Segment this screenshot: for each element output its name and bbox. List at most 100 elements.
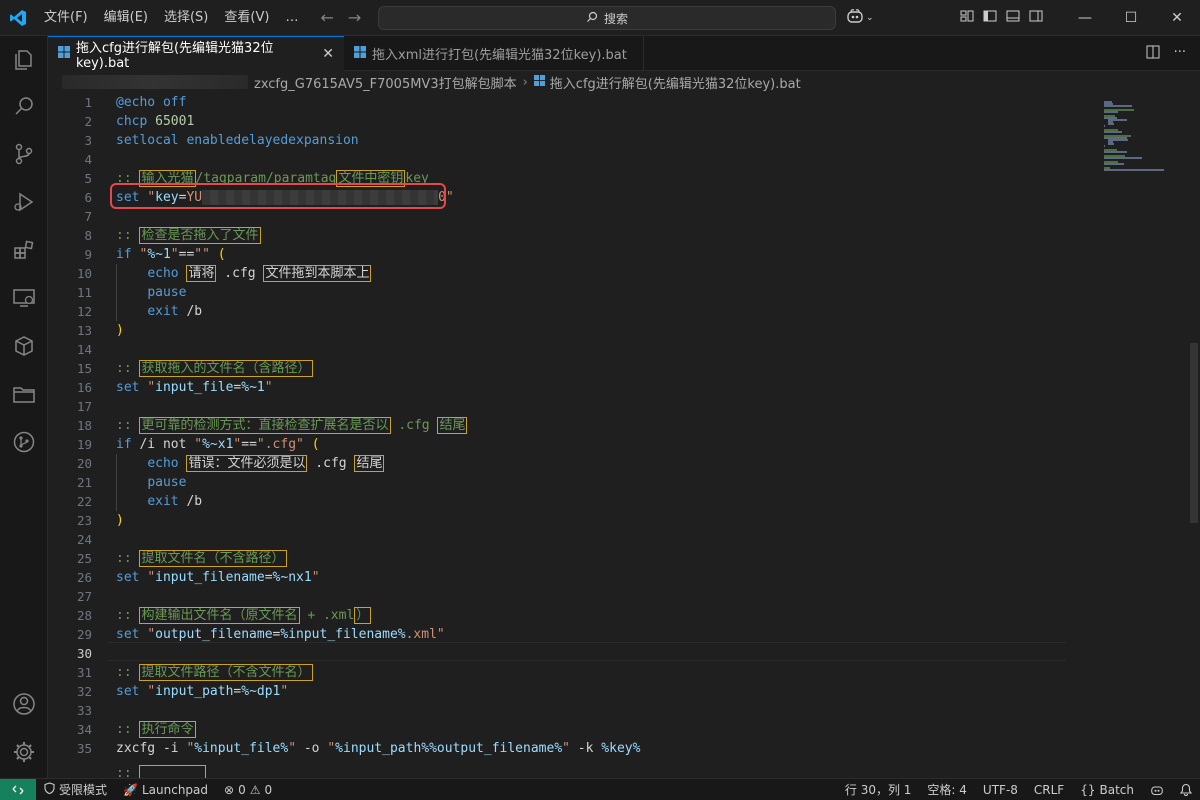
copilot-status-icon[interactable] (1142, 779, 1172, 800)
menu-file[interactable]: 文件(F) (36, 0, 96, 36)
customize-layout-icon[interactable] (960, 9, 974, 27)
split-editor-icon[interactable] (1146, 45, 1160, 63)
tab-label: 拖入cfg进行解包(先编辑光猫32位key).bat (76, 41, 274, 71)
line-number: 15 (76, 361, 92, 376)
code-line-19: if /i not "%~x1"==".cfg" ( (116, 437, 320, 452)
minimap-line (1104, 145, 1105, 147)
line-number: 1 (84, 95, 92, 110)
windows-bat-file-icon (354, 45, 366, 62)
line-number: 35 (76, 741, 92, 756)
restricted-mode[interactable]: 受限模式 (36, 779, 115, 800)
line-number: 17 (76, 399, 92, 414)
minimap-line (1104, 163, 1124, 165)
line-number: 12 (76, 304, 92, 319)
minimap-line (1104, 105, 1132, 107)
line-number: 4 (84, 152, 92, 167)
tab-unpack-bat[interactable]: 拖入cfg进行解包(先编辑光猫32位key).bat ✕ (48, 36, 344, 71)
line-number: 30 (76, 646, 92, 661)
minimap[interactable] (1068, 93, 1188, 778)
line-number: 31 (76, 665, 92, 680)
run-debug-icon[interactable] (10, 188, 38, 216)
breadcrumb: zxcfg_G7615AV5_F7005MV3打包解包脚本 › 拖入cfg进行解… (48, 71, 1200, 93)
shield-icon (44, 782, 55, 797)
line-number: 11 (76, 285, 92, 300)
line-number: 9 (84, 247, 92, 262)
back-arrow-icon[interactable]: ← (320, 8, 333, 27)
maximize-button[interactable]: ☐ (1108, 0, 1154, 36)
code-line-21: pause (147, 475, 187, 490)
git-graph-icon[interactable] (10, 428, 38, 456)
search-sidebar-icon[interactable] (10, 92, 38, 120)
command-center-search[interactable]: 搜索 (378, 6, 836, 30)
line-number-gutter: 1 2 3 4 5 6 7 8 9 10 11 12 13 14 15 16 17 18 19 20 21 22 23 24 2… (48, 93, 108, 778)
scrollbar-thumb[interactable] (1190, 343, 1198, 523)
menu-more[interactable]: … (277, 0, 306, 36)
remote-explorer-icon[interactable] (10, 284, 38, 312)
status-bar: 受限模式 🚀 Launchpad ⊗ 0 ⚠ 0 行 30，列 1 空格: 4 … (0, 778, 1200, 800)
more-actions-icon[interactable]: ··· (1174, 45, 1186, 63)
menu-selection[interactable]: 选择(S) (156, 0, 216, 36)
close-window-button[interactable]: ✕ (1154, 0, 1200, 36)
notifications-bell-icon[interactable] (1172, 779, 1200, 800)
menu-edit[interactable]: 编辑(E) (96, 0, 156, 36)
code-line-23: ) (116, 513, 124, 528)
source-control-icon[interactable] (10, 140, 38, 168)
minimap-line (1104, 157, 1142, 159)
minimize-button[interactable]: — (1062, 0, 1108, 36)
tab-pack-bat[interactable]: 拖入xml进行打包(先编辑光猫32位key).bat (344, 36, 644, 71)
code-line-15: :: 获取拖入的文件名（含路径） (116, 360, 313, 377)
line-number: 33 (76, 703, 92, 718)
forward-arrow-icon[interactable]: → (348, 8, 361, 27)
problems-indicator[interactable]: ⊗ 0 ⚠ 0 (216, 779, 280, 800)
title-bar: 文件(F) 编辑(E) 选择(S) 查看(V) … ← → 搜索 ⌄ — ☐ ✕ (0, 0, 1200, 36)
language-mode[interactable]: {} Batch (1072, 779, 1142, 800)
close-icon[interactable]: ✕ (322, 46, 334, 62)
account-icon[interactable] (10, 690, 38, 718)
containers-icon[interactable] (10, 332, 38, 360)
toggle-primary-sidebar-icon[interactable] (983, 9, 997, 27)
code-line-9: if "%~1"=="" ( (116, 247, 226, 262)
tab-label: 拖入xml进行打包(先编辑光猫32位key).bat (372, 48, 627, 63)
code-line-13: ) (116, 323, 124, 338)
toggle-panel-icon[interactable] (1006, 9, 1020, 27)
minimap-line (1104, 169, 1164, 171)
line-number: 28 (76, 608, 92, 623)
toggle-secondary-sidebar-icon[interactable] (1029, 9, 1043, 27)
code-line-22: exit /b (147, 494, 203, 509)
folder-icon[interactable] (10, 380, 38, 408)
code-line-11: pause (147, 285, 187, 300)
explorer-icon[interactable] (10, 46, 38, 74)
code-editor[interactable]: 1 2 3 4 5 6 7 8 9 10 11 12 13 14 15 16 17 18 19 20 21 22 23 24 2… (48, 93, 1200, 782)
line-number: 5 (84, 171, 92, 186)
line-number: 23 (76, 513, 92, 528)
breadcrumb-file[interactable]: 拖入cfg进行解包(先编辑光猫32位key).bat (550, 73, 801, 92)
menu-view[interactable]: 查看(V) (216, 0, 277, 36)
indentation[interactable]: 空格: 4 (919, 779, 975, 800)
extensions-icon[interactable] (10, 236, 38, 264)
code-line-3: setlocal enabledelayedexpansion (116, 133, 359, 148)
settings-gear-icon[interactable] (10, 738, 38, 766)
encoding[interactable]: UTF-8 (975, 779, 1026, 800)
end-of-line[interactable]: CRLF (1026, 779, 1072, 800)
line-number: 26 (76, 570, 92, 585)
line-number: 2 (84, 114, 92, 129)
line-number: 10 (76, 266, 92, 281)
line-number: 20 (76, 456, 92, 471)
code-line-25: :: 提取文件名（不含路径） (116, 550, 287, 567)
line-number: 21 (76, 475, 92, 490)
code-line-34: :: 执行命令 (116, 721, 196, 738)
breadcrumb-folder[interactable]: zxcfg_G7615AV5_F7005MV3打包解包脚本 (254, 73, 517, 92)
cursor-position[interactable]: 行 30，列 1 (837, 779, 920, 800)
vertical-scrollbar[interactable] (1188, 93, 1200, 778)
remote-indicator-icon[interactable] (0, 778, 36, 800)
code-line-12: exit /b (147, 304, 203, 319)
code-line-20: echo 错误：文件必须是以 .cfg 结尾 (147, 455, 385, 472)
code-line-16: set "input_file=%~1" (116, 380, 273, 395)
code-line-1: @echo off (116, 95, 187, 110)
line-number: 3 (84, 133, 92, 148)
code-line-29: set "output_filename=%input_filename%.xm… (116, 627, 445, 642)
warning-icon: ⚠ (249, 782, 261, 797)
launchpad-button[interactable]: 🚀 Launchpad (115, 779, 216, 800)
copilot-button[interactable]: ⌄ (846, 8, 874, 28)
code-line-28: :: 构建输出文件名（原文件名 + .xml） (116, 607, 372, 624)
